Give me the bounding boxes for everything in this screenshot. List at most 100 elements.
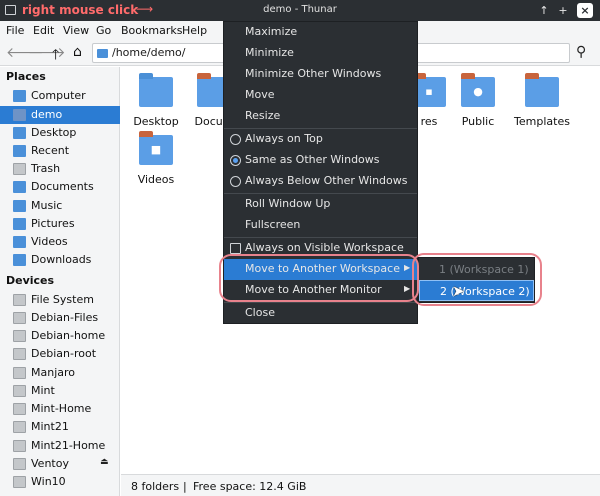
sidebar-item-computer[interactable]: Computer — [0, 87, 120, 105]
sidebar-item-demo[interactable]: demo — [0, 106, 120, 124]
sidebar-item-documents[interactable]: Documents — [0, 178, 120, 196]
sidebar-item-file-system[interactable]: File System — [0, 291, 120, 309]
drive-icon — [13, 421, 26, 433]
sidebar-item-debian-home[interactable]: Debian-home — [0, 327, 120, 345]
forward-arrow-icon[interactable]: 🡒 — [28, 44, 66, 61]
sidebar-item-label: Debian-root — [31, 347, 97, 360]
submenu-item-label: 1 (Workspace 1) — [439, 263, 529, 276]
status-separator: | — [183, 480, 187, 493]
sidebar-item-mint21-home[interactable]: Mint21-Home — [0, 437, 120, 455]
close-window-icon[interactable]: × — [577, 3, 593, 18]
drive-icon — [13, 330, 26, 342]
desktop-folder-icon — [139, 73, 173, 107]
sidebar-item-win10[interactable]: Win10 — [0, 473, 120, 491]
menu-item-roll-up[interactable]: Roll Window Up — [224, 194, 417, 215]
sidebar-item-label: Manjaro — [31, 366, 76, 379]
menu-item-move-monitor[interactable]: Move to Another Monitor ▶ — [224, 280, 417, 301]
sidebar-item-mint[interactable]: Mint — [0, 382, 120, 400]
submenu-item-workspace-2[interactable]: 2 (Workspace 2) — [419, 280, 534, 301]
sidebar-item-label: Videos — [31, 235, 68, 248]
submenu-item-workspace-1: 1 (Workspace 1) — [419, 259, 534, 280]
sidebar-item-manjaro[interactable]: Manjaro — [0, 364, 120, 382]
radio-icon — [230, 176, 241, 187]
downloads-folder-icon — [13, 254, 26, 266]
sidebar-item-videos[interactable]: Videos — [0, 233, 120, 251]
menu-item-close[interactable]: Close — [224, 303, 417, 324]
maximize-icon[interactable]: + — [555, 3, 571, 18]
menu-file[interactable]: File — [6, 24, 24, 37]
file-item-label: Videos — [137, 173, 175, 186]
music-folder-icon — [13, 200, 26, 212]
sidebar-item-ventoy[interactable]: Ventoy ⏏ — [0, 455, 120, 473]
menu-item-label: Move — [245, 88, 275, 101]
menu-item-label: Minimize Other Windows — [245, 67, 382, 80]
menu-item-resize[interactable]: Resize — [224, 106, 417, 127]
checkbox-icon — [230, 243, 241, 254]
folder-icon — [97, 49, 108, 58]
video-icon: ■ — [150, 143, 162, 156]
sidebar-item-label: Debian-Files — [31, 311, 99, 324]
up-arrow-icon[interactable]: 🡑 — [52, 44, 59, 68]
menu-item-always-on-top[interactable]: Always on Top — [224, 129, 417, 150]
menu-edit[interactable]: Edit — [33, 24, 54, 37]
sidebar-item-debian-root[interactable]: Debian-root — [0, 345, 120, 363]
sidebar-item-downloads[interactable]: Downloads — [0, 251, 120, 269]
drive-icon — [13, 367, 26, 379]
sidebar-item-recent[interactable]: Recent — [0, 142, 120, 160]
file-item-public[interactable]: ● Public — [443, 73, 513, 128]
menu-item-minimize[interactable]: Minimize — [224, 43, 417, 64]
menu-item-always-visible[interactable]: Always on Visible Workspace — [224, 238, 417, 259]
sidebar-item-label: Mint21 — [31, 420, 69, 433]
window-menu: Maximize Minimize Minimize Other Windows… — [223, 21, 418, 324]
eject-icon[interactable]: ⏏ — [100, 457, 109, 467]
search-icon[interactable]: ⚲ — [576, 44, 586, 60]
sidebar-item-music[interactable]: Music — [0, 197, 120, 215]
sidebar-item-trash[interactable]: Trash — [0, 160, 120, 178]
menu-item-always-below[interactable]: Always Below Other Windows — [224, 171, 417, 192]
status-free-space: Free space: 12.4 GiB — [193, 480, 307, 493]
status-folder-count: 8 folders — [131, 480, 180, 493]
menu-item-fullscreen[interactable]: Fullscreen — [224, 215, 417, 236]
file-item-label: Templates — [514, 115, 570, 128]
drive-icon — [13, 440, 26, 452]
menu-item-same-as-other[interactable]: Same as Other Windows — [224, 150, 417, 171]
menu-item-label: Same as Other Windows — [245, 153, 380, 166]
keep-above-icon[interactable]: ↑ — [536, 3, 552, 18]
pictures-folder-icon — [13, 218, 26, 230]
computer-icon — [13, 90, 26, 102]
file-item-videos[interactable]: ■ Videos — [121, 131, 191, 186]
menu-item-minimize-other[interactable]: Minimize Other Windows — [224, 64, 417, 85]
menu-item-move-workspace[interactable]: Move to Another Workspace ▶ — [224, 259, 417, 280]
menu-item-label: Always Below Other Windows — [245, 174, 408, 187]
menu-view[interactable]: View — [63, 24, 89, 37]
desktop-folder-icon — [13, 127, 26, 139]
menu-item-label: Resize — [245, 109, 281, 122]
drive-icon — [13, 403, 26, 415]
location-path[interactable]: /home/demo/ — [112, 46, 186, 59]
menu-go[interactable]: Go — [96, 24, 111, 37]
menu-item-maximize[interactable]: Maximize — [224, 22, 417, 43]
menu-item-move[interactable]: Move — [224, 85, 417, 106]
status-bar: 8 folders | Free space: 12.4 GiB — [121, 474, 600, 496]
videos-folder-icon — [13, 236, 26, 248]
file-item-label: Public — [461, 115, 495, 128]
window-titlebar[interactable]: right mouse click ⟶ demo - Thunar ↑ + × — [0, 0, 600, 21]
sidebar-item-label: Downloads — [31, 253, 92, 266]
user-icon: ● — [473, 85, 483, 98]
public-folder-icon: ● — [461, 73, 495, 107]
sidebar-item-label: Mint — [31, 384, 55, 397]
sidebar-item-debian-files[interactable]: Debian-Files — [0, 309, 120, 327]
sidebar-item-pictures[interactable]: Pictures — [0, 215, 120, 233]
menu-help[interactable]: Help — [182, 24, 207, 37]
submenu-arrow-icon: ▶ — [404, 263, 411, 272]
sidebar-item-mint21[interactable]: Mint21 — [0, 418, 120, 436]
sidebar-item-desktop[interactable]: Desktop — [0, 124, 120, 142]
menu-item-label: Maximize — [245, 25, 298, 38]
sidebar-item-label: Trash — [31, 162, 61, 175]
workspace-submenu: 1 (Workspace 1) 2 (Workspace 2) — [418, 257, 535, 303]
home-icon[interactable]: ⌂ — [73, 44, 82, 60]
file-item-templates[interactable]: Templates — [507, 73, 577, 128]
menu-bookmarks[interactable]: Bookmarks — [121, 24, 182, 37]
sidebar-item-mint-home[interactable]: Mint-Home — [0, 400, 120, 418]
drive-icon — [13, 348, 26, 360]
